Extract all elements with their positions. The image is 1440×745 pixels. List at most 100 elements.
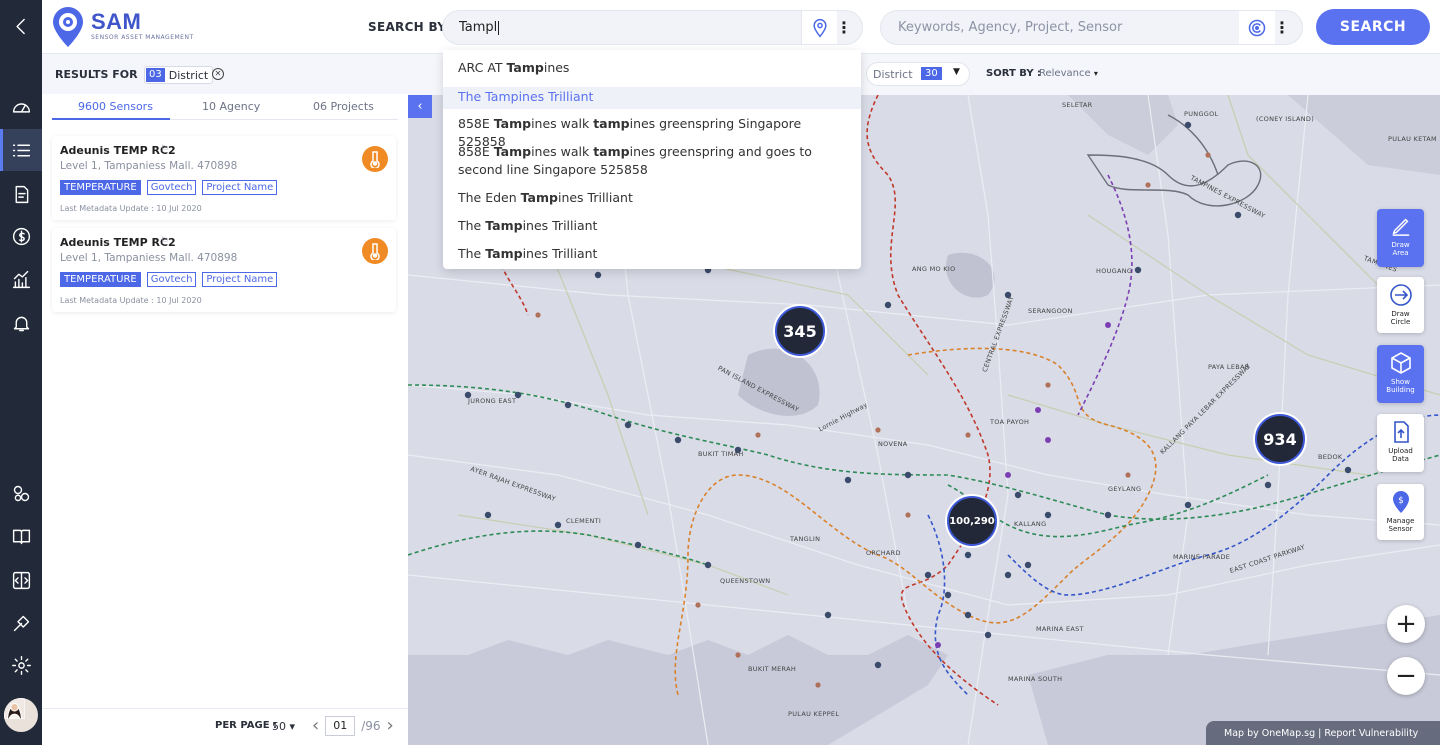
suggestion-item[interactable]: The Tampines Trilliant xyxy=(443,217,861,235)
map-label: MARINE PARADE xyxy=(1173,553,1231,561)
manage-sensor-button[interactable]: $ Manage Sensor xyxy=(1377,484,1424,540)
map-label: SERANGOON xyxy=(1028,307,1073,315)
sensor-card[interactable]: Adeunis TEMP RC2 ⚐ Level 1, Tampaniess M… xyxy=(52,228,396,312)
location-search-input[interactable]: Tampl ⋮ xyxy=(442,10,863,45)
draw-circle-button[interactable]: Draw Circle xyxy=(1377,277,1424,333)
tab-projects[interactable]: 06 Projects xyxy=(313,100,374,113)
tag-type[interactable]: TEMPERATURE xyxy=(60,272,141,287)
list-icon[interactable] xyxy=(0,129,42,171)
zoom-out-icon[interactable]: − xyxy=(1387,657,1425,695)
tag-type[interactable]: TEMPERATURE xyxy=(60,180,141,195)
keyword-search-input[interactable]: Keywords, Agency, Project, Sensor ⋮ xyxy=(880,10,1303,45)
document-icon[interactable] xyxy=(0,173,42,215)
results-list-panel: 9600 Sensors 10 Agency 06 Projects Adeun… xyxy=(42,94,408,708)
tools-icon[interactable] xyxy=(0,602,42,644)
sensor-tags: TEMPERATURE Govtech Project Name xyxy=(60,272,278,287)
cluster-marker[interactable]: 934 xyxy=(1255,414,1305,464)
map-label: TOA PAYOH xyxy=(990,418,1030,426)
results-bar: RESULTS FOR 03 District ✕ xyxy=(42,54,408,94)
zoom-in-icon[interactable]: + xyxy=(1387,605,1425,643)
chevron-down-icon[interactable]: ▼ xyxy=(953,67,960,77)
page-input[interactable]: 01 xyxy=(325,715,356,736)
map-label: CLEMENTI xyxy=(566,517,602,525)
map-label: KALLANG xyxy=(1014,520,1047,528)
map-label: TANGLIN xyxy=(790,535,821,543)
map-label: BEDOK xyxy=(1318,453,1343,461)
cube-icon xyxy=(1390,352,1411,374)
pencil-icon xyxy=(1392,218,1409,236)
tag-agency[interactable]: Govtech xyxy=(146,180,197,195)
chip-number: 03 xyxy=(146,68,165,82)
sensor-address: Level 1, Tampaniess Mall. 470898 xyxy=(60,160,238,172)
chip-label: District xyxy=(168,68,209,82)
tag-agency[interactable]: Govtech xyxy=(146,272,197,287)
tab-agency[interactable]: 10 Agency xyxy=(202,100,260,113)
integrations-icon[interactable] xyxy=(0,472,42,514)
map-label: HOUGANG xyxy=(1096,267,1133,275)
map-label: PULAU KEPPEL xyxy=(788,710,840,718)
dashboard-icon[interactable] xyxy=(0,86,42,128)
book-icon[interactable] xyxy=(0,515,42,557)
location-options-icon[interactable]: ⋮ xyxy=(836,11,852,44)
tag-project[interactable]: Project Name xyxy=(202,272,278,287)
per-page-value: 50 xyxy=(272,720,286,733)
map-attribution[interactable]: Map by OneMap.sg | Report Vulnerability xyxy=(1206,721,1440,745)
sort-by-label: SORT BY : xyxy=(986,68,1042,79)
settings-icon[interactable] xyxy=(0,644,42,686)
per-page-label: PER PAGE : xyxy=(215,720,278,731)
sensor-title: Adeunis TEMP RC2 xyxy=(60,144,176,157)
next-page-icon[interactable]: › xyxy=(387,715,394,736)
map-label: (CONEY ISLAND) xyxy=(1256,115,1315,123)
transfer-icon[interactable] xyxy=(0,559,42,601)
suggestion-item[interactable]: ARC AT Tampines xyxy=(443,59,861,77)
sensor-address: Level 1, Tampaniess Mall. 470898 xyxy=(60,252,238,264)
flag-icon[interactable]: ⚐ xyxy=(160,144,169,155)
connect-icon[interactable] xyxy=(1239,11,1275,44)
left-nav xyxy=(0,0,42,745)
sort-value: Relevance xyxy=(1039,68,1091,79)
map-label: NOVENA xyxy=(878,440,908,448)
map-label: SELETAR xyxy=(1062,101,1093,109)
sensor-title: Adeunis TEMP RC2 xyxy=(60,236,176,249)
back-icon[interactable] xyxy=(0,5,42,47)
collapse-panel-button[interactable]: ‹ xyxy=(408,95,432,118)
dollar-icon[interactable] xyxy=(0,215,42,257)
bell-icon[interactable] xyxy=(0,302,42,344)
location-search-value[interactable]: Tampl xyxy=(459,20,499,35)
per-page-select[interactable]: 50 ▾ xyxy=(272,720,295,733)
suggestion-item[interactable]: 858E Tampines walk tampines greenspring … xyxy=(443,143,861,179)
cluster-marker[interactable]: 345 xyxy=(775,306,825,356)
suggestion-item-highlighted[interactable]: The Tampines Trilliant xyxy=(443,87,861,109)
show-building-button[interactable]: Show Building xyxy=(1377,345,1424,403)
analytics-icon[interactable] xyxy=(0,258,42,300)
sensor-card[interactable]: Adeunis TEMP RC2 ⚐ Level 1, Tampaniess M… xyxy=(52,136,396,220)
keyword-placeholder: Keywords, Agency, Project, Sensor xyxy=(898,20,1123,35)
user-avatar[interactable] xyxy=(4,698,38,732)
page-total: /96 xyxy=(361,718,381,733)
suggestion-item[interactable]: The Tampines Trilliant xyxy=(443,245,861,263)
flag-icon[interactable]: ⚐ xyxy=(160,236,169,247)
suggestion-item[interactable]: The Eden Tampines Trilliant xyxy=(443,189,861,207)
pagination-bar: PER PAGE : 50 ▾ ‹ 01 /96 › xyxy=(42,708,408,745)
district-chip[interactable]: 03 District xyxy=(144,66,214,84)
cluster-marker[interactable]: 100,290 xyxy=(947,496,997,546)
district-filter[interactable]: District 30 ▼ xyxy=(866,62,970,86)
tab-sensors[interactable]: 9600 Sensors xyxy=(78,100,153,113)
prev-page-icon[interactable]: ‹ xyxy=(312,715,319,736)
location-pin-icon[interactable] xyxy=(801,11,837,44)
results-tabs: 9600 Sensors 10 Agency 06 Projects xyxy=(52,94,398,120)
keyword-options-icon[interactable]: ⋮ xyxy=(1274,11,1290,44)
draw-area-button[interactable]: Draw Area xyxy=(1377,209,1424,267)
sort-select[interactable]: Relevance ▾ xyxy=(1039,68,1098,79)
manage-sensor-label: Manage Sensor xyxy=(1386,517,1415,533)
search-button[interactable]: SEARCH xyxy=(1316,9,1430,45)
chip-close-icon[interactable]: ✕ xyxy=(212,68,224,80)
sensor-pin-icon: $ xyxy=(1392,491,1409,513)
map-label: GEYLANG xyxy=(1108,485,1142,493)
draw-circle-label: Draw Circle xyxy=(1390,310,1411,326)
upload-data-button[interactable]: Upload Data xyxy=(1377,414,1424,472)
app-subtitle: SENSOR ASSET MANAGEMENT xyxy=(91,34,194,41)
tag-project[interactable]: Project Name xyxy=(202,180,278,195)
sensor-meta: Last Metadata Update : 10 Jul 2020 xyxy=(60,204,202,213)
upload-icon xyxy=(1393,421,1409,443)
